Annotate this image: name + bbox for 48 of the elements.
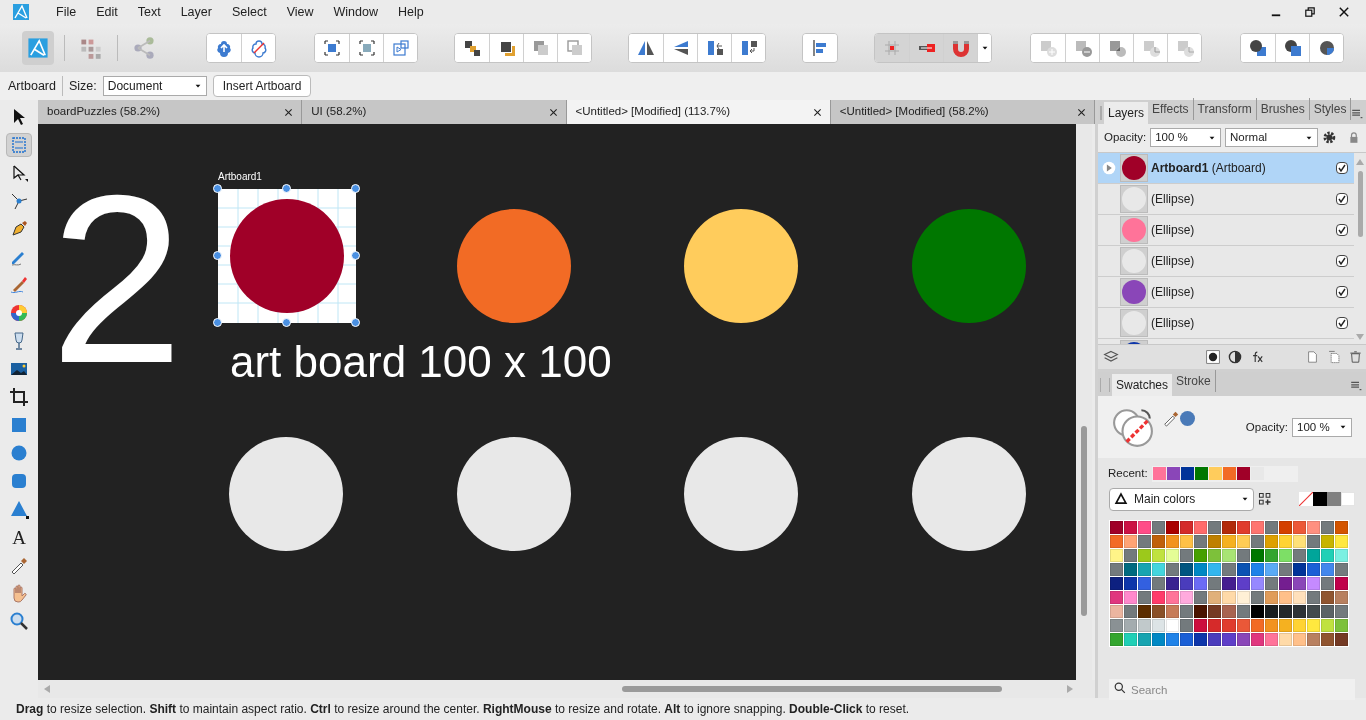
document-tab[interactable]: <Untitled> [Modified] (58.2%) [830, 100, 1095, 124]
layer-name: (Ellipse) [1151, 221, 1196, 239]
menu-item[interactable]: Help [388, 2, 434, 22]
menu-item[interactable]: Text [127, 2, 171, 22]
recent-label: Recent: [1108, 466, 1149, 482]
blend-mode-dropdown[interactable]: Normal [1225, 128, 1318, 148]
layer-name: Artboard1 (Artboard) [1151, 159, 1267, 177]
insert-artboard-button[interactable]: Insert Artboard [212, 75, 312, 97]
menu-item[interactable]: Select [221, 2, 277, 22]
document-tab[interactable]: boardPuzzles (58.2%) [38, 100, 303, 124]
panel-tab[interactable]: Effects [1148, 98, 1194, 120]
document-tab[interactable]: <Untitled> [Modified] (113.7%) [566, 100, 831, 124]
caption-text: art board 100 x 100 [230, 340, 612, 384]
palette-dropdown[interactable]: Main colors [1109, 487, 1255, 511]
size-label: Size: [68, 77, 97, 95]
opacity-dropdown[interactable]: 100 % [1150, 128, 1222, 148]
layer-name: (Ellipse) [1151, 252, 1196, 270]
panel-tab[interactable]: Layers [1104, 102, 1149, 124]
size-dropdown[interactable]: Document [102, 76, 207, 96]
layer-row[interactable]: (Ellipse) [1098, 307, 1354, 339]
menu-item[interactable]: Layer [170, 2, 222, 22]
menu-item[interactable]: Edit [86, 2, 128, 22]
large-number: 2 [50, 159, 184, 399]
search-field[interactable]: Search [1109, 679, 1355, 701]
menu-item[interactable]: Window [323, 2, 388, 22]
opacity-label: Opacity: [1245, 419, 1288, 435]
layer-name: (Ellipse) [1151, 314, 1196, 332]
layer-name: (Ellipse) [1151, 190, 1196, 208]
layer-row[interactable]: (Ellipse) [1098, 183, 1354, 215]
layer-row[interactable]: (Ellipse) [1098, 245, 1354, 277]
artboard-label: Artboard1 [218, 172, 262, 182]
tool-button[interactable]: A [6, 525, 32, 549]
opacity-dropdown[interactable]: 100 % [1292, 417, 1352, 437]
layer-name: (Ellipse) [1151, 283, 1196, 301]
layer-row[interactable]: Artboard1 (Artboard) [1098, 152, 1354, 184]
document-tab[interactable]: UI (58.2%) [302, 100, 567, 124]
panel-tab[interactable]: Swatches [1112, 374, 1173, 397]
status-text: Drag to resize selection. Shift to maintain aspect ratio. Ctrl to resize around the center. RightMouse to resize and rotate. Alt to ignore snapping. Double-Click to reset. [16, 701, 910, 718]
panel-tab[interactable]: Stroke [1172, 370, 1216, 393]
layer-row[interactable]: (Ellipse) [1098, 214, 1354, 246]
menu-item[interactable]: File [46, 2, 87, 22]
menu-item[interactable]: View [276, 2, 324, 22]
opacity-label: Opacity: [1104, 130, 1147, 146]
panel-tab[interactable]: Brushes [1256, 98, 1310, 120]
tool-name: Artboard [8, 77, 56, 95]
panel-tab[interactable]: Styles [1309, 98, 1352, 120]
panel-tab[interactable]: Transform [1193, 98, 1257, 120]
layer-row[interactable]: (Ellipse) [1098, 276, 1354, 308]
